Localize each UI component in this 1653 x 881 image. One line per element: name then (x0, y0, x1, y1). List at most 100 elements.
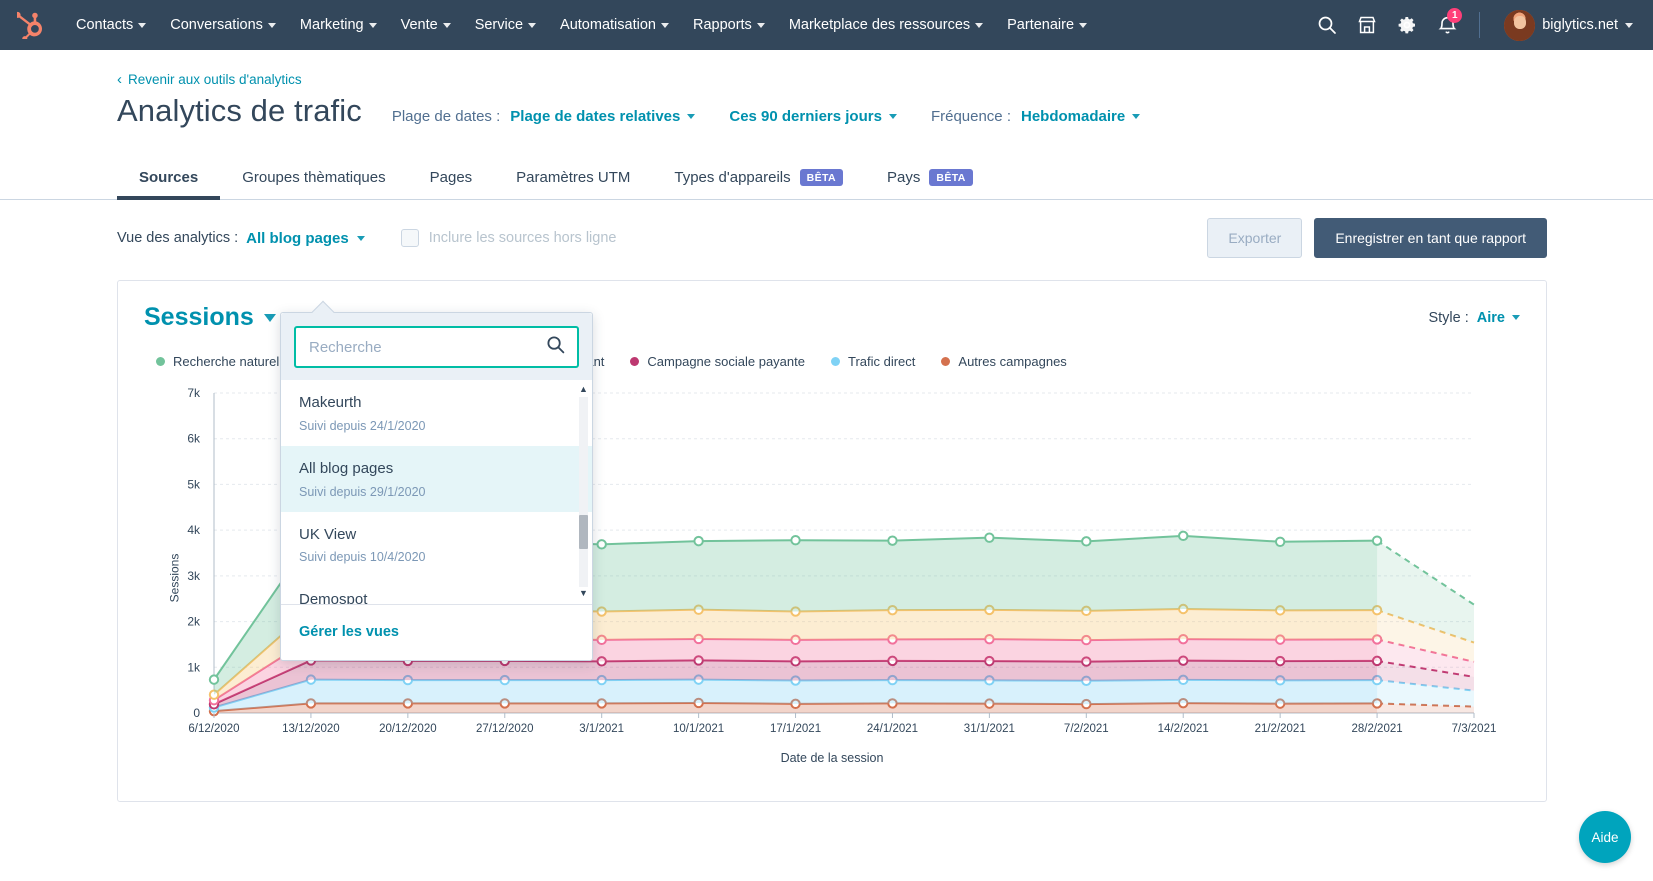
notifications-bell-icon[interactable]: 1 (1429, 7, 1465, 43)
chevron-down-icon (528, 23, 536, 28)
page-header: Analytics de trafic Plage de dates : Pla… (0, 87, 1653, 129)
analytics-view-select[interactable]: All blog pages (246, 230, 365, 247)
help-label: Aide (1591, 830, 1618, 845)
frequency-value: Hebdomadaire (1021, 108, 1125, 125)
scroll-up-arrow-icon[interactable]: ▲ (579, 385, 588, 395)
legend-color-dot (630, 357, 639, 366)
tab-label: Groupes thèmatiques (242, 169, 385, 186)
account-menu[interactable]: biglytics.net (1494, 6, 1639, 45)
header-filters: Plage de dates : Plage de dates relative… (392, 108, 1140, 125)
metric-value: Sessions (144, 303, 254, 332)
settings-gear-icon[interactable] (1389, 7, 1425, 43)
legend-item[interactable]: Campagne sociale payante (630, 354, 805, 369)
svg-text:20/12/2020: 20/12/2020 (379, 723, 437, 735)
tab-parametres-utm[interactable]: Paramètres UTM (494, 157, 652, 200)
back-link-label: Revenir aux outils d'analytics (128, 72, 302, 87)
avatar (1504, 10, 1535, 41)
svg-text:5k: 5k (187, 477, 201, 491)
chevron-down-icon (369, 23, 377, 28)
svg-text:31/1/2021: 31/1/2021 (964, 723, 1015, 735)
checkbox-box (401, 229, 419, 247)
search-input[interactable] (294, 326, 579, 368)
scrollbar-thumb[interactable] (579, 515, 588, 549)
export-button[interactable]: Exporter (1207, 218, 1302, 258)
frequency-select[interactable]: Hebdomadaire (1021, 108, 1140, 125)
help-button[interactable]: Aide (1579, 811, 1631, 863)
chart-style-control: Style : Aire (1428, 310, 1520, 326)
date-range-type-select[interactable]: Plage de dates relatives (510, 108, 695, 125)
nav-item-rapports[interactable]: Rapports (681, 11, 777, 39)
legend-label: Autres campagnes (958, 354, 1066, 369)
scroll-down-arrow-icon[interactable]: ▼ (579, 589, 588, 599)
legend-item[interactable]: Recherche naturelle (156, 354, 289, 369)
hubspot-logo-icon[interactable] (10, 8, 50, 42)
nav-item-label: Conversations (170, 17, 263, 33)
svg-text:21/2/2021: 21/2/2021 (1255, 723, 1306, 735)
marketplace-icon[interactable] (1349, 7, 1385, 43)
nav-item-vente[interactable]: Vente (389, 11, 463, 39)
dropdown-view-list[interactable]: Makeurth Suivi depuis 24/1/2020 All blog… (281, 380, 592, 604)
style-value: Aire (1477, 310, 1505, 326)
notification-count-badge: 1 (1447, 8, 1462, 23)
analytics-view-value: All blog pages (246, 230, 349, 247)
scrollbar-track (579, 397, 588, 587)
metric-select[interactable]: Sessions (144, 303, 276, 332)
view-tracking-since: Suivi depuis 10/4/2020 (299, 550, 574, 564)
chevron-down-icon (138, 23, 146, 28)
tab-pays[interactable]: Pays BÊTA (865, 157, 995, 200)
dropdown-scrollbar[interactable]: ▲ ▼ (579, 385, 588, 599)
chevron-left-icon: ‹ (117, 72, 122, 87)
chevron-down-icon (443, 23, 451, 28)
chevron-down-icon (687, 114, 695, 119)
svg-text:3/1/2021: 3/1/2021 (579, 723, 624, 735)
nav-item-conversations[interactable]: Conversations (158, 11, 288, 39)
x-axis-label: Date de la session (144, 751, 1520, 765)
svg-text:7/3/2021: 7/3/2021 (1452, 723, 1497, 735)
svg-text:6/12/2020: 6/12/2020 (188, 723, 239, 735)
tab-sources[interactable]: Sources (117, 157, 220, 200)
svg-text:2k: 2k (187, 615, 201, 629)
view-tracking-since: Suivi depuis 29/1/2020 (299, 485, 574, 499)
list-item[interactable]: Makeurth Suivi depuis 24/1/2020 (281, 380, 592, 446)
svg-text:4k: 4k (187, 523, 201, 537)
nav-item-label: Rapports (693, 17, 752, 33)
tab-pages[interactable]: Pages (408, 157, 495, 200)
svg-text:7k: 7k (187, 386, 201, 400)
list-item[interactable]: All blog pages Suivi depuis 29/1/2020 (281, 446, 592, 512)
nav-item-label: Vente (401, 17, 438, 33)
legend-item[interactable]: Autres campagnes (941, 354, 1066, 369)
analytics-tabs: Sources Groupes thèmatiques Pages Paramè… (117, 157, 1653, 200)
svg-text:6k: 6k (187, 432, 201, 446)
save-as-report-button[interactable]: Enregistrer en tant que rapport (1314, 218, 1547, 258)
top-navigation-bar: Contacts Conversations Marketing Vente S… (0, 0, 1653, 50)
chevron-down-icon (268, 23, 276, 28)
offline-sources-checkbox[interactable]: Inclure les sources hors ligne (401, 229, 617, 247)
search-icon[interactable] (546, 335, 565, 359)
beta-badge: BÊTA (800, 169, 843, 186)
search-icon[interactable] (1309, 7, 1345, 43)
nav-item-partenaire[interactable]: Partenaire (995, 11, 1099, 39)
list-item[interactable]: Demospot (281, 577, 592, 604)
manage-views-link[interactable]: Gérer les vues (299, 624, 399, 640)
tab-label: Types d'appareils (674, 169, 790, 186)
nav-item-automatisation[interactable]: Automatisation (548, 11, 681, 39)
legend-item[interactable]: Trafic direct (831, 354, 915, 369)
style-select[interactable]: Aire (1477, 310, 1520, 326)
tab-types-appareils[interactable]: Types d'appareils BÊTA (652, 157, 865, 200)
legend-color-dot (831, 357, 840, 366)
back-to-analytics-tools-link[interactable]: ‹ Revenir aux outils d'analytics (0, 50, 302, 87)
analytics-view-dropdown-panel: Makeurth Suivi depuis 24/1/2020 All blog… (280, 312, 593, 661)
tab-groupes-thematiques[interactable]: Groupes thèmatiques (220, 157, 407, 200)
svg-text:1k: 1k (187, 660, 201, 674)
analytics-controls: Vue des analytics : All blog pages Inclu… (0, 200, 1653, 258)
nav-item-marketplace[interactable]: Marketplace des ressources (777, 11, 995, 39)
date-range-period-select[interactable]: Ces 90 derniers jours (729, 108, 897, 125)
chevron-down-icon (975, 23, 983, 28)
chevron-down-icon (1625, 23, 1633, 28)
list-item[interactable]: UK View Suivi depuis 10/4/2020 (281, 512, 592, 578)
nav-item-service[interactable]: Service (463, 11, 548, 39)
svg-text:28/2/2021: 28/2/2021 (1351, 723, 1402, 735)
legend-label: Recherche naturelle (173, 354, 289, 369)
nav-item-contacts[interactable]: Contacts (64, 11, 158, 39)
nav-item-marketing[interactable]: Marketing (288, 11, 389, 39)
